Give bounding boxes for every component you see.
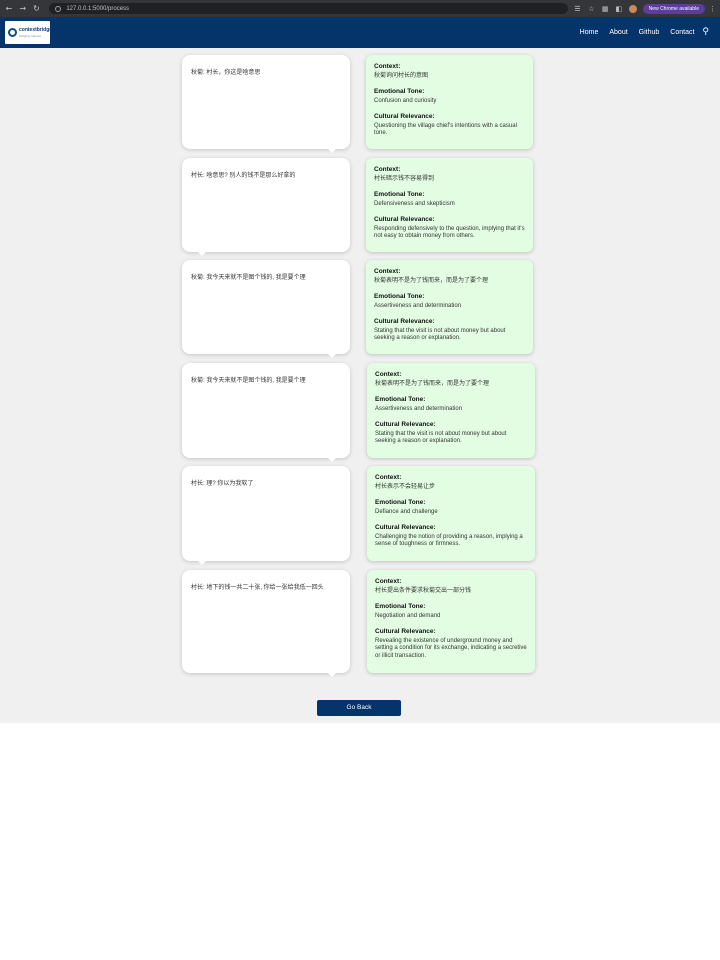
- dialogue-text: 秋菊: 我今天来就不是图个钱的, 我是要个理: [191, 378, 306, 384]
- tone-value: Assertiveness and determination: [375, 405, 463, 412]
- nav-github[interactable]: Github: [639, 29, 660, 36]
- bubble-tail: [198, 561, 206, 565]
- reload-icon[interactable]: ↻: [32, 4, 42, 14]
- tone-value: Assertiveness and determination: [374, 302, 462, 309]
- bubble-tail: [328, 149, 336, 153]
- nav-links: Home About Github Contact ⚲: [569, 28, 715, 37]
- tone-label: Emotional Tone:: [375, 396, 426, 403]
- browser-toolbar: ← → ↻ 127.0.0.1:5000/process ☰ ☆ ▦ ◧ New…: [0, 0, 720, 17]
- translate-icon[interactable]: ☰: [574, 5, 582, 13]
- analysis-card: Context: 秋菊表明不是为了钱而来，而是为了要个理 Emotional T…: [366, 260, 533, 354]
- bubble-tail: [198, 252, 206, 256]
- dialogue-text: 秋菊: 村长，你这是啥意思: [191, 70, 261, 76]
- bookmark-star-icon[interactable]: ☆: [587, 5, 595, 13]
- context-label: Context:: [375, 474, 402, 481]
- context-value: 秋菊表明不是为了钱而来，而是为了要个理: [374, 277, 489, 284]
- site-navbar: contextbridge bridging cultures Home Abo…: [0, 17, 720, 48]
- nav-contact[interactable]: Contact: [670, 29, 694, 36]
- sidebar-icon[interactable]: ◧: [615, 5, 623, 13]
- bubble-tail: [328, 458, 336, 462]
- site-logo[interactable]: contextbridge bridging cultures: [5, 21, 53, 44]
- dialogue-text: 村长: 地下的钱一共二十张, 你给一张给我低一回头: [191, 585, 324, 591]
- context-value: 村长提出条件要求秋菊交出一部分钱: [375, 587, 472, 594]
- relevance-label: Cultural Relevance:: [374, 113, 435, 120]
- forward-arrow-icon[interactable]: →: [18, 4, 28, 14]
- chrome-update-badge[interactable]: New Chrome available: [642, 3, 705, 14]
- nav-home[interactable]: Home: [580, 29, 599, 36]
- relevance-label: Cultural Relevance:: [375, 421, 436, 428]
- search-icon[interactable]: ⚲: [702, 28, 709, 37]
- url-text: 127.0.0.1:5000/process: [66, 5, 130, 12]
- context-label: Context:: [374, 63, 401, 70]
- tone-label: Emotional Tone:: [375, 499, 426, 506]
- analysis-card: Context: 村长提出条件要求秋菊交出一部分钱 Emotional Tone…: [367, 570, 535, 673]
- tone-label: Emotional Tone:: [374, 88, 425, 95]
- profile-avatar[interactable]: [628, 4, 637, 13]
- menu-kebab-icon[interactable]: ⋮: [709, 5, 716, 13]
- tone-value: Defiance and challenge: [375, 508, 438, 515]
- context-label: Context:: [375, 578, 402, 585]
- site-info-icon[interactable]: [55, 5, 62, 12]
- extensions-icon[interactable]: ▦: [601, 5, 609, 13]
- bubble-tail: [328, 354, 336, 358]
- relevance-value: Stating that the visit is not about mone…: [374, 327, 506, 342]
- dialogue-text: 村长: 理? 你以为我软了: [191, 481, 254, 487]
- context-value: 村长暗示钱不容易得到: [374, 175, 435, 182]
- analysis-card: Context: 秋菊询问村长的意图 Emotional Tone: Confu…: [366, 55, 533, 149]
- go-back-button[interactable]: Go Back: [317, 700, 401, 716]
- dialogue-text: 村长: 啥意思? 别人的钱不是那么好拿的: [191, 173, 296, 179]
- context-value: 村长表示不会轻易让步: [375, 483, 436, 490]
- dialogue-text: 秋菊: 我今天来就不是图个钱的, 我是要个理: [191, 275, 306, 281]
- dialogue-bubble: 秋菊: 村长，你这是啥意思: [182, 55, 350, 153]
- relevance-label: Cultural Relevance:: [374, 318, 435, 325]
- relevance-value: Stating that the visit is not about mone…: [375, 430, 507, 445]
- dialogue-bubble: 村长: 啥意思? 别人的钱不是那么好拿的: [182, 158, 350, 256]
- logo-text: contextbridge bridging cultures: [19, 26, 53, 38]
- address-bar[interactable]: 127.0.0.1:5000/process: [49, 3, 568, 14]
- analysis-card: Context: 村长暗示钱不容易得到 Emotional Tone: Defe…: [366, 158, 533, 252]
- relevance-value: Questioning the village chief's intentio…: [374, 122, 517, 137]
- dialogue-bubble: 秋菊: 我今天来就不是图个钱的, 我是要个理: [182, 260, 350, 358]
- relevance-value: Challenging the notion of providing a re…: [375, 533, 523, 548]
- bubble-tail: [328, 673, 336, 677]
- nav-about[interactable]: About: [609, 29, 627, 36]
- back-arrow-icon[interactable]: ←: [4, 4, 14, 14]
- tone-label: Emotional Tone:: [375, 603, 426, 610]
- analysis-card: Context: 村长表示不会轻易让步 Emotional Tone: Defi…: [367, 466, 535, 561]
- relevance-value: Responding defensively to the question, …: [374, 225, 525, 240]
- tone-value: Defensiveness and skepticism: [374, 200, 455, 207]
- tone-label: Emotional Tone:: [374, 293, 425, 300]
- dialogue-bubble: 村长: 地下的钱一共二十张, 你给一张给我低一回头: [182, 570, 350, 677]
- dialogue-bubble: 村长: 理? 你以为我软了: [182, 466, 350, 565]
- context-label: Context:: [375, 371, 402, 378]
- tone-value: Negotiation and demand: [375, 612, 441, 619]
- tone-label: Emotional Tone:: [374, 191, 425, 198]
- tone-value: Confusion and curiosity: [374, 97, 437, 104]
- analysis-card: Context: 秋菊表明不是为了钱而来，而是为了要个理 Emotional T…: [367, 363, 535, 458]
- context-label: Context:: [374, 166, 401, 173]
- relevance-value: Revealing the existence of underground m…: [375, 637, 527, 659]
- dialogue-bubble: 秋菊: 我今天来就不是图个钱的, 我是要个理: [182, 363, 350, 462]
- relevance-label: Cultural Relevance:: [375, 524, 436, 531]
- context-value: 秋菊表明不是为了钱而来，而是为了要个理: [375, 380, 490, 387]
- relevance-label: Cultural Relevance:: [375, 628, 436, 635]
- context-label: Context:: [374, 268, 401, 275]
- content-area: 秋菊: 村长，你这是啥意思 Context: 秋菊询问村长的意图 Emotion…: [0, 48, 720, 723]
- logo-mark-icon: [8, 28, 17, 37]
- context-value: 秋菊询问村长的意图: [374, 72, 429, 79]
- relevance-label: Cultural Relevance:: [374, 216, 435, 223]
